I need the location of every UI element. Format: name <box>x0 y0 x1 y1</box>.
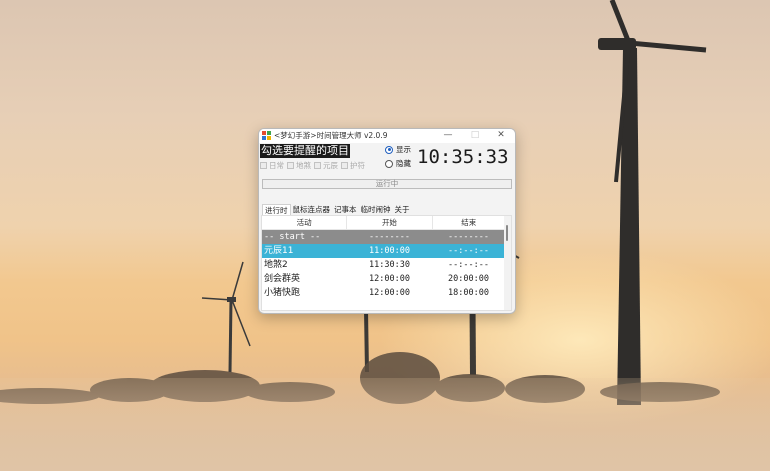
column-header-activity[interactable]: 活动 <box>262 216 348 229</box>
table-header: 活动 开始 结束 <box>262 216 505 230</box>
radio-hide[interactable]: 隐藏 <box>385 158 411 169</box>
checkbox-label: 日常 <box>269 160 284 170</box>
close-button[interactable]: ✕ <box>488 129 514 143</box>
checkbox-label: 元辰 <box>323 160 338 170</box>
checkbox-daily[interactable]: 日常 <box>260 160 284 170</box>
wind-turbine-large <box>598 0 707 405</box>
radio-label: 隐藏 <box>396 159 411 168</box>
table-row[interactable]: 地煞2 11:30:30 --:--:-- <box>262 258 505 272</box>
tab-about[interactable]: 关于 <box>393 204 412 215</box>
cell-start: -------- <box>369 232 410 242</box>
cell-end: --:--:-- <box>448 246 489 256</box>
cell-activity: 剑会群英 <box>264 274 301 284</box>
cell-end: 20:00:00 <box>448 274 489 284</box>
radio-dot[interactable] <box>385 159 393 168</box>
clock-display: 10:35:33 <box>417 146 509 168</box>
checkbox-label: 护符 <box>350 160 365 170</box>
maximize-button[interactable]: □ <box>462 129 488 143</box>
minimize-button[interactable]: — <box>435 129 461 143</box>
table-row[interactable]: -- start -- -------- -------- <box>262 230 505 244</box>
scrollbar-thumb[interactable] <box>506 225 508 241</box>
vertical-scrollbar[interactable] <box>504 216 511 310</box>
cell-activity: 地煞2 <box>264 260 288 270</box>
cell-end: 18:00:00 <box>448 288 489 298</box>
table-row[interactable]: 小猪快跑 12:00:00 18:00:00 <box>262 286 505 300</box>
tab-in-progress[interactable]: 进行时 <box>262 204 291 215</box>
checkbox-disha[interactable]: 地煞 <box>287 160 311 170</box>
tab-strip: 进行时 鼠标连点器 记事本 临时闹钟 关于 <box>262 204 412 215</box>
cell-end: --:--:-- <box>448 260 489 270</box>
fog <box>0 378 770 471</box>
cell-activity: 小猪快跑 <box>264 288 301 298</box>
wind-turbine-small <box>201 261 251 373</box>
cell-start: 11:00:00 <box>369 246 410 256</box>
cell-start: 11:30:30 <box>369 260 410 270</box>
tab-notepad[interactable]: 记事本 <box>332 204 359 215</box>
cell-end: -------- <box>448 232 489 242</box>
radio-dot[interactable] <box>385 145 393 154</box>
column-header-start[interactable]: 开始 <box>347 216 433 229</box>
tab-temp-alarm[interactable]: 临时闹钟 <box>359 204 393 215</box>
checkbox-box[interactable] <box>260 161 267 169</box>
table-row[interactable]: 剑会群英 12:00:00 20:00:00 <box>262 272 505 286</box>
checkbox-box[interactable] <box>341 161 348 169</box>
cell-activity: 元辰11 <box>264 246 294 256</box>
window-title: <梦幻手游>时间管理大师 v2.0.9 <box>274 131 388 140</box>
status-button[interactable]: 运行中 <box>262 179 512 189</box>
table-row[interactable]: 元辰11 11:00:00 --:--:-- <box>262 244 505 258</box>
checkbox-yuanchen[interactable]: 元辰 <box>314 160 338 170</box>
reminder-heading: 勾选要提醒的项目 <box>260 144 350 158</box>
checkbox-label: 地煞 <box>296 160 311 170</box>
app-window: <梦幻手游>时间管理大师 v2.0.9 — □ ✕ 勾选要提醒的项目 日常 地煞… <box>258 128 516 314</box>
cell-start: 12:00:00 <box>369 288 410 298</box>
cell-start: 12:00:00 <box>369 274 410 284</box>
title-bar[interactable]: <梦幻手游>时间管理大师 v2.0.9 — □ ✕ <box>259 129 515 143</box>
tab-mouse-clicker[interactable]: 鼠标连点器 <box>291 204 333 215</box>
checkbox-box[interactable] <box>314 161 321 169</box>
checkbox-hufu[interactable]: 护符 <box>341 160 365 170</box>
column-header-end[interactable]: 结束 <box>433 216 505 229</box>
radio-show[interactable]: 显示 <box>385 144 411 155</box>
cell-activity: -- start -- <box>264 232 321 242</box>
activity-table: 活动 开始 结束 -- start -- -------- -------- 元… <box>261 215 512 311</box>
app-grid-icon <box>262 131 272 141</box>
checkbox-box[interactable] <box>287 161 294 169</box>
radio-label: 显示 <box>396 145 411 154</box>
